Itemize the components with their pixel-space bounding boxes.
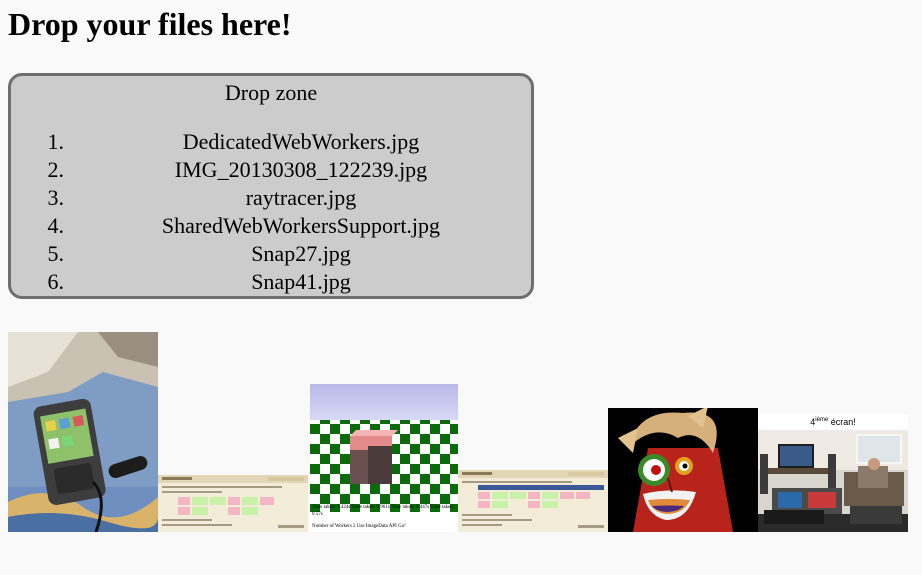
thumbnail-raytracer: Time taken: 1.424s Time taken: 0.961s Ti…: [310, 384, 458, 532]
list-item-filename: Snap27.jpg: [251, 241, 351, 266]
thumbnail-strip: Time taken: 1.424s Time taken: 0.961s Ti…: [8, 332, 908, 532]
list-item: 2. IMG_20130308_122239.jpg: [11, 156, 531, 184]
list-item: 6. Snap41.jpg: [11, 268, 531, 296]
raytracer-controls: Number of Workers 2 Use ImageData API Go…: [312, 524, 406, 529]
list-item: 3. raytracer.jpg: [11, 184, 531, 212]
list-item-number: 5.: [47, 241, 65, 266]
list-item: 5. Snap27.jpg: [11, 240, 531, 268]
list-item-number: 6.: [47, 269, 65, 294]
thumbnail-phone-photo: [8, 332, 158, 532]
drop-zone[interactable]: Drop zone 1. DedicatedWebWorkers.jpg 2. …: [8, 73, 534, 299]
thumbnail-sharedworkers-screenshot: [458, 470, 608, 532]
list-item-filename: SharedWebWorkersSupport.jpg: [161, 213, 441, 238]
list-item-filename: Snap41.jpg: [251, 269, 351, 294]
list-item-filename: IMG_20130308_122239.jpg: [174, 157, 428, 182]
raytracer-time-readout: Time taken: 1.424s Time taken: 0.961s Ti…: [312, 505, 455, 517]
page-title: Drop your files here!: [8, 6, 292, 42]
list-item: 1. DedicatedWebWorkers.jpg: [11, 128, 531, 156]
list-item-number: 3.: [47, 185, 65, 210]
drop-zone-title: Drop zone: [224, 80, 318, 105]
list-item-number: 2.: [47, 157, 65, 182]
thumbnail-webworkers-screenshot: [158, 475, 308, 532]
list-item: 4. SharedWebWorkersSupport.jpg: [11, 212, 531, 240]
list-item-filename: raytracer.jpg: [245, 185, 357, 210]
list-item-filename: DedicatedWebWorkers.jpg: [182, 129, 420, 154]
thumbnail-living-room: 4ième écran!: [758, 414, 908, 532]
thumbnail-cartoon: [608, 408, 758, 532]
list-item-number: 4.: [47, 213, 65, 238]
file-list: 1. DedicatedWebWorkers.jpg 2. IMG_201303…: [11, 128, 531, 296]
list-item-number: 1.: [47, 129, 65, 154]
